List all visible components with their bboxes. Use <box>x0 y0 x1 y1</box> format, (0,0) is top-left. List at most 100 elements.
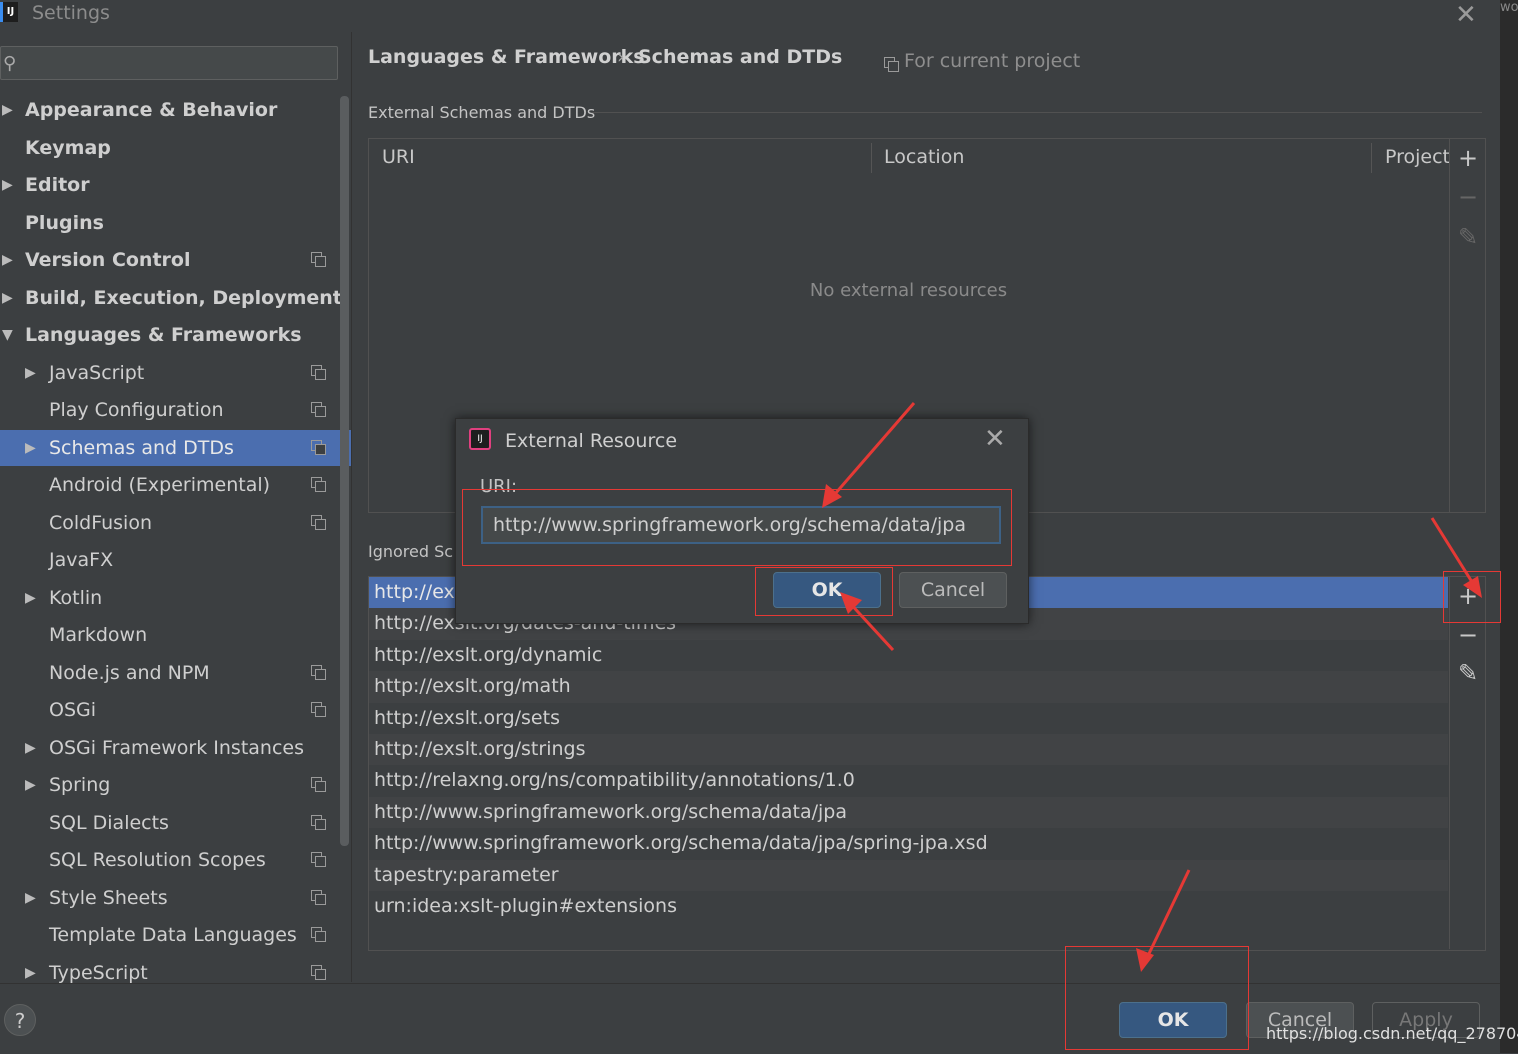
dialog-close-icon[interactable]: ✕ <box>984 424 1006 454</box>
sidebar-item[interactable]: Plugins <box>0 205 351 241</box>
ignored-table-toolbar: + − ✎ <box>1449 577 1486 949</box>
remove-ignored-resource-icon[interactable]: − <box>1450 621 1486 649</box>
breadcrumb-separator: › <box>617 46 625 68</box>
sidebar-item-label: Version Control <box>25 249 191 271</box>
project-level-icon <box>311 702 326 717</box>
column-separator <box>871 143 872 173</box>
project-level-icon <box>311 514 326 530</box>
expand-right-icon[interactable]: ▶ <box>2 92 13 128</box>
project-level-icon <box>311 814 326 830</box>
sidebar-item[interactable]: ▶ Style Sheets <box>0 880 351 916</box>
project-level-icon <box>311 439 326 455</box>
column-uri[interactable]: URI <box>382 139 415 176</box>
ignored-schemas-title: Ignored Sc <box>368 542 454 561</box>
sidebar-item[interactable]: ▶ Version Control <box>0 242 351 278</box>
project-level-icon <box>311 852 326 867</box>
annotation-box-dialog-ok <box>755 567 893 616</box>
edit-ignored-resource-icon[interactable]: ✎ <box>1450 659 1486 687</box>
intellij-dialog-icon: IJ <box>469 428 491 450</box>
sidebar-item-label: OSGi <box>49 699 97 721</box>
ignored-list-item[interactable]: http://exslt.org/strings <box>369 734 1448 766</box>
project-level-icon <box>311 364 326 380</box>
sidebar-item[interactable]: Keymap <box>0 130 351 166</box>
sidebar-item[interactable]: ▶ Spring <box>0 767 351 803</box>
sidebar-item[interactable]: ▶ Schemas and DTDs <box>0 429 351 466</box>
ignored-list-item[interactable]: http://relaxng.org/ns/compatibility/anno… <box>369 765 1448 796</box>
sidebar-item[interactable]: ▶ Appearance & Behavior <box>0 92 351 128</box>
sidebar-scrollbar[interactable] <box>340 96 349 846</box>
sidebar-item-label: Play Configuration <box>49 399 224 421</box>
sidebar-item[interactable]: SQL Resolution Scopes <box>0 842 351 878</box>
expand-right-icon[interactable]: ▶ <box>2 167 13 203</box>
sidebar-item[interactable]: ▶ Build, Execution, Deployment <box>0 280 351 316</box>
sidebar-item-label: OSGi Framework Instances <box>49 736 304 759</box>
project-level-icon <box>311 927 326 942</box>
ignored-list-item[interactable]: http://exslt.org/math <box>369 671 1448 703</box>
settings-search-input[interactable]: ⚲ <box>0 46 338 80</box>
sidebar-item[interactable]: ColdFusion <box>0 505 351 541</box>
window-title: Settings <box>32 2 110 24</box>
sidebar-item-label: Template Data Languages <box>49 924 297 946</box>
sidebar-item[interactable]: SQL Dialects <box>0 805 351 841</box>
external-schemas-title: External Schemas and DTDs <box>368 103 596 122</box>
external-table-toolbar: + − ✎ <box>1449 139 1486 512</box>
expand-right-icon[interactable]: ▶ <box>25 355 36 391</box>
project-level-icon <box>311 402 326 417</box>
expand-down-icon[interactable]: ▼ <box>2 317 13 353</box>
column-separator <box>1371 143 1372 173</box>
ignored-list-item[interactable]: http://exslt.org/dynamic <box>369 640 1448 671</box>
expand-right-icon[interactable]: ▶ <box>2 280 13 316</box>
watermark-text: https://blog.csdn.net/qq_27870421 <box>1266 1024 1518 1043</box>
expand-right-icon[interactable]: ▶ <box>2 242 13 278</box>
annotation-box-ok <box>1065 946 1249 1050</box>
annotation-box-add <box>1443 571 1501 623</box>
sidebar-item-label: Editor <box>25 174 90 196</box>
sidebar-item-label: Spring <box>49 774 111 796</box>
column-project[interactable]: Project <box>1385 139 1450 176</box>
sidebar-item[interactable]: JavaFX <box>0 542 351 578</box>
sidebar-item[interactable]: ▶ Kotlin <box>0 580 351 616</box>
sidebar-item[interactable]: ▶ JavaScript <box>0 355 351 391</box>
project-scope-label: For current project <box>904 50 1081 72</box>
project-level-icon <box>311 889 326 905</box>
external-table-header: URI Location Project <box>369 139 1450 177</box>
project-scope-icon <box>884 57 899 72</box>
breadcrumb-parent: Languages & Frameworks <box>368 46 645 68</box>
column-location[interactable]: Location <box>884 139 964 176</box>
edit-external-resource-icon[interactable]: ✎ <box>1450 223 1486 251</box>
sidebar-item[interactable]: ▶ OSGi Framework Instances <box>0 730 351 766</box>
sidebar-item[interactable]: Android (Experimental) <box>0 467 351 503</box>
project-level-icon <box>311 777 326 792</box>
dialog-cancel-button[interactable]: Cancel <box>899 572 1007 608</box>
expand-right-icon[interactable]: ▶ <box>25 880 36 916</box>
expand-right-icon[interactable]: ▶ <box>25 430 36 466</box>
add-external-resource-icon[interactable]: + <box>1450 144 1486 172</box>
expand-right-icon[interactable]: ▶ <box>25 767 36 803</box>
ignored-list-item[interactable]: http://exslt.org/sets <box>369 703 1448 734</box>
ignored-list-item[interactable]: tapestry:parameter <box>369 859 1448 891</box>
sidebar-item-label: Build, Execution, Deployment <box>25 286 342 309</box>
sidebar-item[interactable]: ▶ Editor <box>0 167 351 203</box>
sidebar-item[interactable]: Template Data Languages <box>0 917 351 953</box>
sidebar-item[interactable]: Play Configuration <box>0 392 351 428</box>
expand-right-icon[interactable]: ▶ <box>25 730 36 766</box>
sidebar-item-label: SQL Dialects <box>49 811 169 834</box>
section-divider <box>592 112 1482 113</box>
expand-right-icon[interactable]: ▶ <box>25 580 36 616</box>
sidebar-item[interactable]: Markdown <box>0 617 351 653</box>
ignored-list-item[interactable]: http://www.springframework.org/schema/da… <box>369 796 1448 829</box>
ignored-list-item[interactable]: urn:idea:xslt-plugin#extensions <box>369 891 1448 922</box>
sidebar-item[interactable]: OSGi <box>0 692 351 728</box>
sidebar-item-label: Node.js and NPM <box>49 661 210 684</box>
sidebar-item-label: Appearance & Behavior <box>25 99 278 121</box>
help-icon[interactable]: ? <box>4 1004 36 1036</box>
sidebar-item[interactable]: Node.js and NPM <box>0 655 351 691</box>
ignored-schemas-list: http://exhttp://exslt.org/dates-and-time… <box>369 577 1448 949</box>
ignored-list-item[interactable]: http://www.springframework.org/schema/da… <box>369 828 1448 859</box>
search-icon: ⚲ <box>3 53 17 74</box>
remove-external-resource-icon[interactable]: − <box>1450 183 1486 211</box>
title-bar <box>0 0 1500 32</box>
window-close-icon[interactable]: ✕ <box>1455 0 1477 30</box>
sidebar-item[interactable]: ▼ Languages & Frameworks <box>0 317 351 353</box>
project-level-icon <box>311 252 326 267</box>
